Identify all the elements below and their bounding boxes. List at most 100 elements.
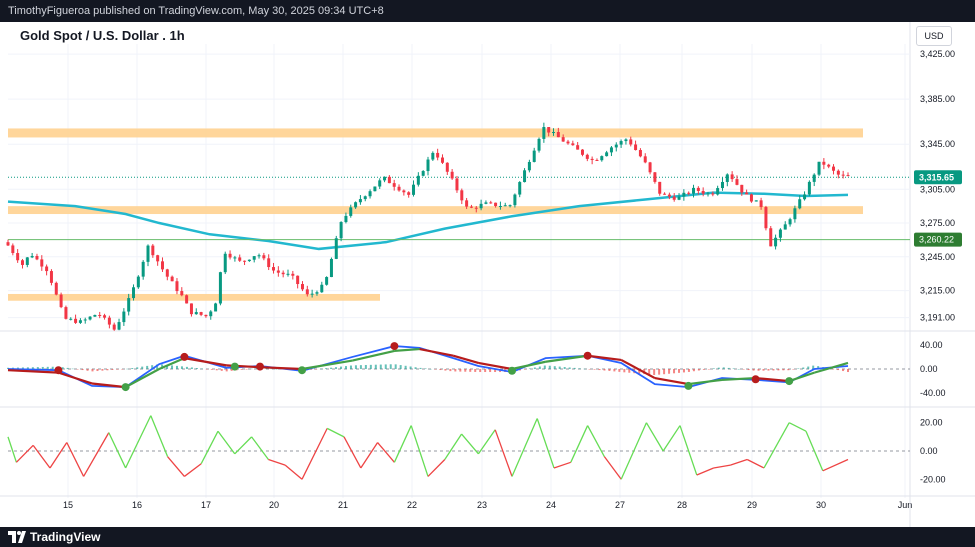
candle-body [300, 284, 304, 290]
macd-histogram-bar [146, 365, 149, 369]
candle-body [276, 270, 280, 273]
candle-body [498, 206, 502, 208]
candle-body [160, 261, 164, 270]
candle-body [663, 193, 667, 195]
macd-histogram-bar [419, 367, 422, 369]
macd-slow-segment [419, 348, 454, 357]
candle-body [725, 174, 729, 182]
macd-histogram-bar [76, 369, 79, 370]
candle-body [692, 187, 696, 194]
candle-body [83, 319, 87, 321]
macd-histogram-bar [469, 369, 472, 372]
candle-body [740, 184, 744, 193]
macd-histogram-bar [603, 369, 606, 371]
macd-histogram-bar [598, 369, 601, 371]
candle-body [243, 260, 247, 262]
macd-histogram-bar [658, 369, 661, 375]
macd-histogram-bar [215, 369, 218, 371]
macd-slow-segment [301, 359, 353, 371]
candle-body [590, 158, 594, 160]
candle-body [262, 255, 266, 259]
candle-body [238, 257, 242, 261]
macd-histogram-bar [842, 369, 845, 372]
candle-body [494, 202, 498, 207]
candle-body [421, 171, 425, 176]
candle-body [257, 255, 261, 257]
candle-body [827, 164, 831, 167]
oscillator-segment [108, 432, 127, 469]
oscillator-segment [217, 430, 236, 455]
macd-histogram-bar [384, 364, 387, 369]
oscillator-segment [788, 422, 807, 432]
candle-body [817, 161, 821, 175]
zone-rect [8, 206, 863, 215]
candle-body [807, 181, 811, 195]
macd-histogram-bar [583, 368, 586, 370]
candle-body [233, 257, 237, 259]
oscillator-segment [83, 432, 110, 477]
oscillator-segment [200, 430, 219, 465]
candle-body [407, 192, 411, 195]
zone-rect [8, 293, 380, 301]
candle-body [788, 219, 792, 225]
candle-body [387, 176, 391, 184]
x-tick-label: 30 [816, 500, 826, 510]
oscillator-segment [570, 425, 589, 463]
macd-histogram-bar [653, 369, 656, 375]
macd-histogram-bar [349, 365, 352, 369]
candle-body [20, 260, 24, 265]
candle-body [687, 192, 691, 194]
macd-histogram-bar [593, 369, 596, 370]
macd-cross-dot [390, 342, 399, 351]
candle-body [836, 170, 840, 175]
candle-body [218, 272, 222, 304]
macd-histogram-bar [439, 369, 442, 371]
macd-cross-dot [508, 366, 516, 375]
candle-body [281, 272, 285, 275]
candle-body [778, 229, 782, 238]
macd-histogram-bar [394, 364, 397, 369]
candle-body [329, 258, 333, 278]
x-tick-label: 24 [546, 500, 556, 510]
x-tick-label: 22 [407, 500, 417, 510]
x-tick-label: 28 [677, 500, 687, 510]
macd-histogram-bar [578, 368, 581, 369]
macd-histogram-bar [538, 366, 541, 369]
candle-body [624, 139, 628, 142]
macd-histogram-bar [737, 368, 740, 370]
candle-body [151, 245, 155, 256]
candle-body [146, 245, 150, 262]
macd-histogram-bar [682, 369, 685, 373]
currency-button[interactable]: USD [916, 26, 952, 46]
macd-histogram-bar [344, 366, 347, 369]
macd-histogram-bar [429, 368, 432, 370]
macd-histogram-bar [200, 368, 203, 370]
macd-cross-dot [230, 362, 239, 371]
candle-body [754, 200, 758, 202]
macd-histogram-bar [568, 367, 571, 369]
price-chart[interactable]: 15 16 17 20 21 22 23 24 27 28 29 30 Jun3,425.003,385… [0, 0, 975, 547]
macd-histogram-bar [777, 369, 780, 371]
oscillator-tick-label: 0.00 [920, 446, 938, 456]
oscillator-segment [511, 418, 538, 477]
macd-slow-segment [184, 357, 227, 367]
macd-histogram-bar [687, 369, 690, 372]
macd-histogram-bar [409, 366, 412, 369]
macd-histogram-bar [369, 364, 372, 369]
candle-body [513, 194, 517, 206]
candle-body [648, 162, 652, 173]
candle-body [136, 276, 140, 288]
macd-slow-segment [58, 371, 93, 385]
candle-body [122, 311, 126, 323]
macd-histogram-bar [389, 364, 392, 369]
candle-body [455, 178, 459, 191]
candle-body [112, 324, 116, 330]
oscillator-segment [746, 458, 765, 469]
candle-body [600, 156, 604, 161]
candle-body [334, 238, 338, 259]
candle-body [436, 152, 440, 158]
candle-body [629, 139, 633, 145]
candle-body [40, 259, 44, 267]
macd-cross-dot [583, 351, 592, 360]
macd-histogram-bar [727, 367, 730, 369]
